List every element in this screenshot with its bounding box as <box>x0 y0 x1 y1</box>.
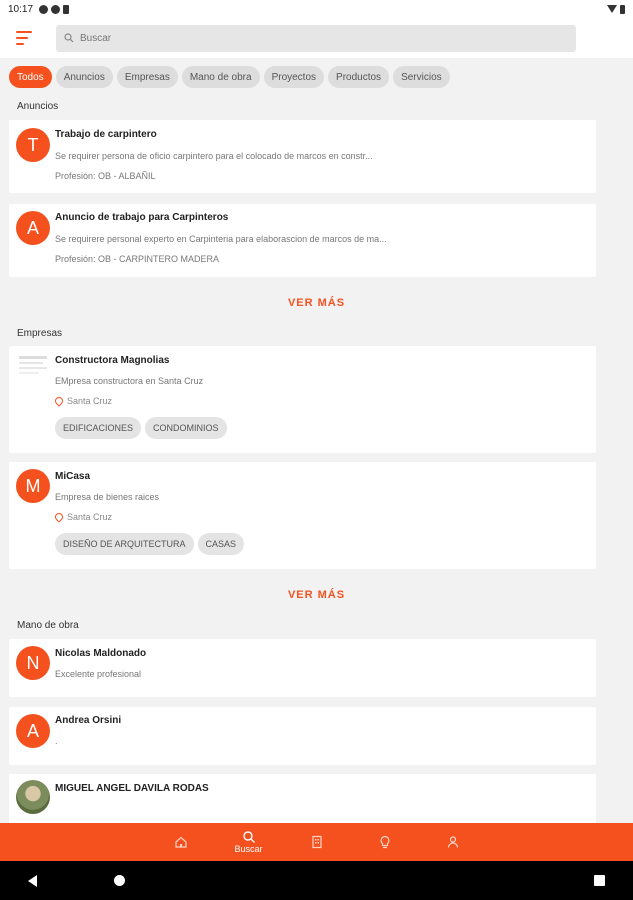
section-title-mano-de-obra: Mano de obra <box>17 620 79 631</box>
app-bar <box>0 18 633 58</box>
avatar: T <box>16 128 50 162</box>
status-time: 10:17 <box>8 3 34 15</box>
section-title-empresas: Empresas <box>17 328 63 339</box>
avatar: M <box>16 469 50 503</box>
filter-chip-productos[interactable]: Productos <box>328 66 390 88</box>
card-title: Trabajo de carpintero <box>55 129 157 140</box>
card-description: Excelente profesional <box>55 669 142 679</box>
recents-icon[interactable] <box>593 875 605 886</box>
card-title: Nicolas Maldonado <box>55 648 147 659</box>
profile-photo <box>16 780 50 814</box>
avatar: A <box>16 211 50 245</box>
battery-icon <box>620 4 625 14</box>
tag-list: EDIFICACIONES CONDOMINIOS <box>55 417 227 439</box>
search-icon <box>242 831 255 843</box>
nav-ideas[interactable] <box>351 835 419 849</box>
empresa-card[interactable]: M MiCasa Empresa de bienes raices Santa … <box>9 462 596 569</box>
filter-chip-todos[interactable]: Todos <box>9 66 52 88</box>
wifi-icon <box>607 5 617 13</box>
card-profession: Profesión: OB - ALBAÑIL <box>55 171 156 181</box>
person-icon <box>447 836 458 848</box>
home-button-icon[interactable] <box>114 875 126 886</box>
filter-chips: Todos Anuncios Empresas Mano de obra Pro… <box>9 66 450 88</box>
tag: DISEÑO DE ARQUITECTURA <box>55 533 194 555</box>
nav-home[interactable] <box>147 835 215 849</box>
card-description: Empresa de bienes raices <box>55 492 160 502</box>
filter-chip-empresas[interactable]: Empresas <box>116 66 178 88</box>
nav-search[interactable]: Buscar <box>215 830 283 854</box>
menu-icon[interactable] <box>16 31 34 45</box>
tag-list: DISEÑO DE ARQUITECTURA CASAS <box>55 533 245 555</box>
tag: EDIFICACIONES <box>55 417 142 439</box>
card-title: MiCasa <box>55 471 91 482</box>
home-icon <box>174 836 187 848</box>
search-input[interactable] <box>80 32 568 44</box>
search-bar[interactable] <box>56 24 576 52</box>
card-description: Se requirere personal experto en Carpint… <box>55 234 387 244</box>
building-icon <box>311 835 322 849</box>
card-description: Se requirer persona de oficio carpintero… <box>55 151 373 161</box>
card-location: Santa Cruz <box>53 511 113 523</box>
empresa-card[interactable]: Constructora Magnolias EMpresa construct… <box>9 346 596 453</box>
nav-search-label: Buscar <box>234 844 263 854</box>
worker-card[interactable]: A Andrea Orsini . <box>9 707 596 765</box>
section-title-anuncios: Anuncios <box>17 101 59 112</box>
app-notification-icon <box>39 4 49 14</box>
anuncio-card[interactable]: T Trabajo de carpintero Se requirer pers… <box>9 120 596 193</box>
card-title: Andrea Orsini <box>55 715 122 726</box>
nav-profile[interactable] <box>419 835 487 849</box>
filter-chip-mano-de-obra[interactable]: Mano de obra <box>181 66 260 88</box>
anuncio-card[interactable]: A Anuncio de trabajo para Carpinteros Se… <box>9 204 596 277</box>
avatar: N <box>16 646 50 680</box>
location-label: Santa Cruz <box>67 396 113 406</box>
tag: CASAS <box>197 533 245 555</box>
filter-chip-servicios[interactable]: Servicios <box>393 66 450 88</box>
storage-icon <box>63 4 70 14</box>
nav-companies[interactable] <box>283 835 351 849</box>
status-bar: 10:17 <box>0 0 633 18</box>
location-label: Santa Cruz <box>67 512 113 522</box>
tag: CONDOMINIOS <box>145 417 227 439</box>
company-logo <box>16 350 50 384</box>
bottom-navigation: Buscar <box>0 823 633 861</box>
card-title: Anuncio de trabajo para Carpinteros <box>55 212 229 223</box>
location-pin-icon <box>53 511 65 523</box>
search-icon <box>64 33 74 43</box>
card-description: . <box>55 736 58 746</box>
ver-mas-empresas-button[interactable]: VER MÁS <box>0 589 633 601</box>
back-icon[interactable] <box>28 874 37 887</box>
system-navigation-bar <box>0 861 633 900</box>
card-title: MIGUEL ANGEL DAVILA RODAS <box>55 783 209 794</box>
app-notification-icon <box>51 4 61 14</box>
ver-mas-anuncios-button[interactable]: VER MÁS <box>0 297 633 309</box>
avatar: A <box>16 714 50 748</box>
lightbulb-icon <box>380 835 389 849</box>
worker-card[interactable]: N Nicolas Maldonado Excelente profesiona… <box>9 639 596 697</box>
filter-chip-proyectos[interactable]: Proyectos <box>263 66 325 88</box>
location-pin-icon <box>53 395 65 407</box>
card-description: EMpresa constructora en Santa Cruz <box>55 376 204 386</box>
card-location: Santa Cruz <box>53 395 113 407</box>
card-profession: Profesión: OB - CARPINTERO MADERA <box>55 254 220 264</box>
filter-chip-anuncios[interactable]: Anuncios <box>55 66 113 88</box>
card-title: Constructora Magnolias <box>55 355 170 366</box>
